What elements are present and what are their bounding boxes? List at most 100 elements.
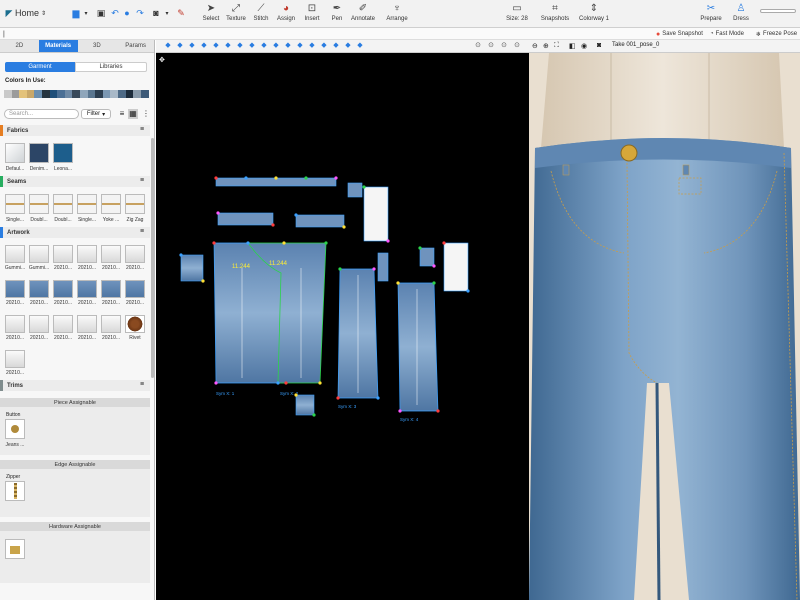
fabrics-header[interactable]: Fabrics: [0, 125, 150, 136]
layers-icon[interactable]: ◧: [569, 42, 576, 50]
progress-slider[interactable]: [760, 9, 796, 13]
back-leg-right-piece[interactable]: [397, 282, 439, 412]
trims-header[interactable]: Trims: [0, 380, 150, 391]
dress-button[interactable]: ♙ Dress: [726, 3, 756, 26]
tab-2d[interactable]: 2D: [0, 40, 39, 52]
zoom-out-icon[interactable]: ⊖: [532, 42, 538, 50]
tab-params[interactable]: Params: [116, 40, 154, 52]
camera-icon[interactable]: ◙: [150, 7, 162, 19]
seam-thumb[interactable]: [101, 194, 121, 214]
search-input[interactable]: Search...: [4, 109, 79, 119]
fit-view-icon[interactable]: ⊙: [500, 42, 508, 50]
prepare-button[interactable]: ✂ Prepare: [694, 3, 728, 26]
artwork-thumb[interactable]: [101, 245, 121, 263]
diamond-icon[interactable]: ◆: [164, 42, 172, 50]
fold-icon[interactable]: ◆: [332, 42, 340, 50]
folder-chevron-icon[interactable]: ▾: [82, 7, 90, 19]
artwork-thumb[interactable]: [29, 280, 49, 298]
seam-thumb[interactable]: [53, 194, 73, 214]
pattern-2d-view[interactable]: ◆ ◆ ◆ ◆ ◆ ◆ ◆ ◆ ◆ ◆ ◆ ◆ ◆ ◆ ◆ ◆ ◆ ⊙ ⊙ ⊙ ⊙ ✥: [156, 40, 529, 600]
fabrics-menu-icon[interactable]: ≡: [140, 126, 144, 133]
fabric-thumb-leona[interactable]: [53, 143, 73, 163]
layout-icon[interactable]: ◆: [320, 42, 328, 50]
list-view-icon[interactable]: ≡: [117, 109, 127, 119]
artwork-menu-icon[interactable]: ≡: [140, 228, 144, 235]
cube-icon[interactable]: ◆: [200, 42, 208, 50]
artwork-thumb[interactable]: [53, 315, 73, 333]
beltloop-piece[interactable]: [347, 182, 363, 198]
fit-view-icon[interactable]: ⛶: [554, 42, 559, 50]
artwork-thumb[interactable]: [101, 315, 121, 333]
yoke-piece[interactable]: [295, 214, 345, 228]
filter-dropdown[interactable]: Filter ▾: [81, 109, 111, 119]
measure-icon[interactable]: ◆: [344, 42, 352, 50]
left-panel-scrollbar[interactable]: [151, 138, 154, 378]
artwork-thumb[interactable]: [5, 315, 25, 333]
freeze-pose-toggle[interactable]: ❄ Freeze Pose: [756, 29, 797, 39]
cube-alt-icon[interactable]: ◆: [212, 42, 220, 50]
pin-icon[interactable]: ◆: [176, 42, 184, 50]
folder-icon[interactable]: ▆: [70, 7, 82, 19]
colorway-selector[interactable]: ⇕ Colorway 1: [574, 3, 614, 26]
artwork-thumb[interactable]: [125, 280, 145, 298]
fabric-thumb-default[interactable]: [5, 143, 25, 163]
button-trim-thumb[interactable]: [5, 419, 25, 439]
shrink-icon[interactable]: ◆: [284, 42, 292, 50]
artwork-thumb[interactable]: [77, 280, 97, 298]
artwork-thumb[interactable]: [53, 280, 73, 298]
artwork-thumb[interactable]: [5, 245, 25, 263]
zoom-out-icon[interactable]: ⊙: [474, 42, 482, 50]
more-icon[interactable]: ⋮: [141, 109, 151, 119]
artwork-thumb[interactable]: [77, 245, 97, 263]
avatar-3d-view[interactable]: ⊖ ⊕ ⛶ ◧ ◉ ◙ Take 001_pose_0: [529, 40, 800, 600]
redo-icon[interactable]: ↷: [135, 7, 145, 19]
stitch-view-icon[interactable]: ◆: [248, 42, 256, 50]
texture-view-icon[interactable]: ◆: [236, 42, 244, 50]
color-swatch[interactable]: [140, 90, 149, 98]
zipper-trim-thumb[interactable]: [5, 481, 25, 501]
tab-materials[interactable]: Materials: [38, 40, 78, 52]
grid-view-icon[interactable]: ▦: [128, 109, 138, 119]
home-dropdown[interactable]: Home ⇕: [15, 7, 49, 19]
artwork-thumb[interactable]: [5, 280, 25, 298]
small-facing-piece[interactable]: [419, 247, 435, 267]
trims-menu-icon[interactable]: ≡: [140, 381, 144, 388]
annotate-view-icon[interactable]: ◆: [356, 42, 364, 50]
artwork-thumb[interactable]: [77, 315, 97, 333]
tab-3d[interactable]: 3D: [78, 40, 117, 52]
annotate-tool-button[interactable]: ✐ Annotate: [346, 3, 380, 26]
segment-libraries[interactable]: Libraries: [75, 62, 147, 72]
piece-icon[interactable]: ◆: [260, 42, 268, 50]
visibility-icon[interactable]: ◉: [581, 42, 587, 50]
color-tool-icon[interactable]: ✎: [175, 7, 187, 19]
zoom-in-icon[interactable]: ⊕: [543, 42, 549, 50]
pattern-icon[interactable]: ◆: [224, 42, 232, 50]
pocket-lining-piece[interactable]: [443, 242, 469, 292]
mirror-icon[interactable]: ◆: [308, 42, 316, 50]
sync-icon[interactable]: ●: [122, 7, 132, 19]
back-pocket-piece[interactable]: [180, 254, 204, 282]
zoom-in-icon[interactable]: ⊙: [487, 42, 495, 50]
coin-pocket-piece[interactable]: [377, 252, 389, 282]
pocket-bag-piece[interactable]: [363, 186, 389, 242]
grid-icon[interactable]: ◆: [188, 42, 196, 50]
seam-thumb[interactable]: [5, 194, 25, 214]
artwork-thumb[interactable]: [29, 245, 49, 263]
artwork-thumb[interactable]: [29, 315, 49, 333]
piece-assignable-header[interactable]: Piece Assignable: [0, 398, 150, 407]
seams-header[interactable]: Seams: [0, 176, 150, 187]
snapshots-button[interactable]: ⌗ Snapshots: [536, 3, 574, 26]
segment-garment[interactable]: Garment: [5, 62, 75, 72]
fabric-thumb-denim[interactable]: [29, 143, 49, 163]
hardware-trim-thumb[interactable]: [5, 539, 25, 559]
bottom-patch-piece[interactable]: [295, 394, 315, 416]
artwork-thumb[interactable]: [53, 245, 73, 263]
camera-chevron-icon[interactable]: ▾: [163, 7, 171, 19]
artwork-thumb[interactable]: [125, 245, 145, 263]
fly-piece[interactable]: [217, 212, 274, 226]
camera-view-icon[interactable]: ◙: [597, 42, 601, 49]
artwork-thumb[interactable]: [101, 280, 121, 298]
take-label[interactable]: Take 001_pose_0: [612, 42, 659, 48]
artwork-thumb[interactable]: [5, 350, 25, 368]
undo-icon[interactable]: ↶: [110, 7, 120, 19]
